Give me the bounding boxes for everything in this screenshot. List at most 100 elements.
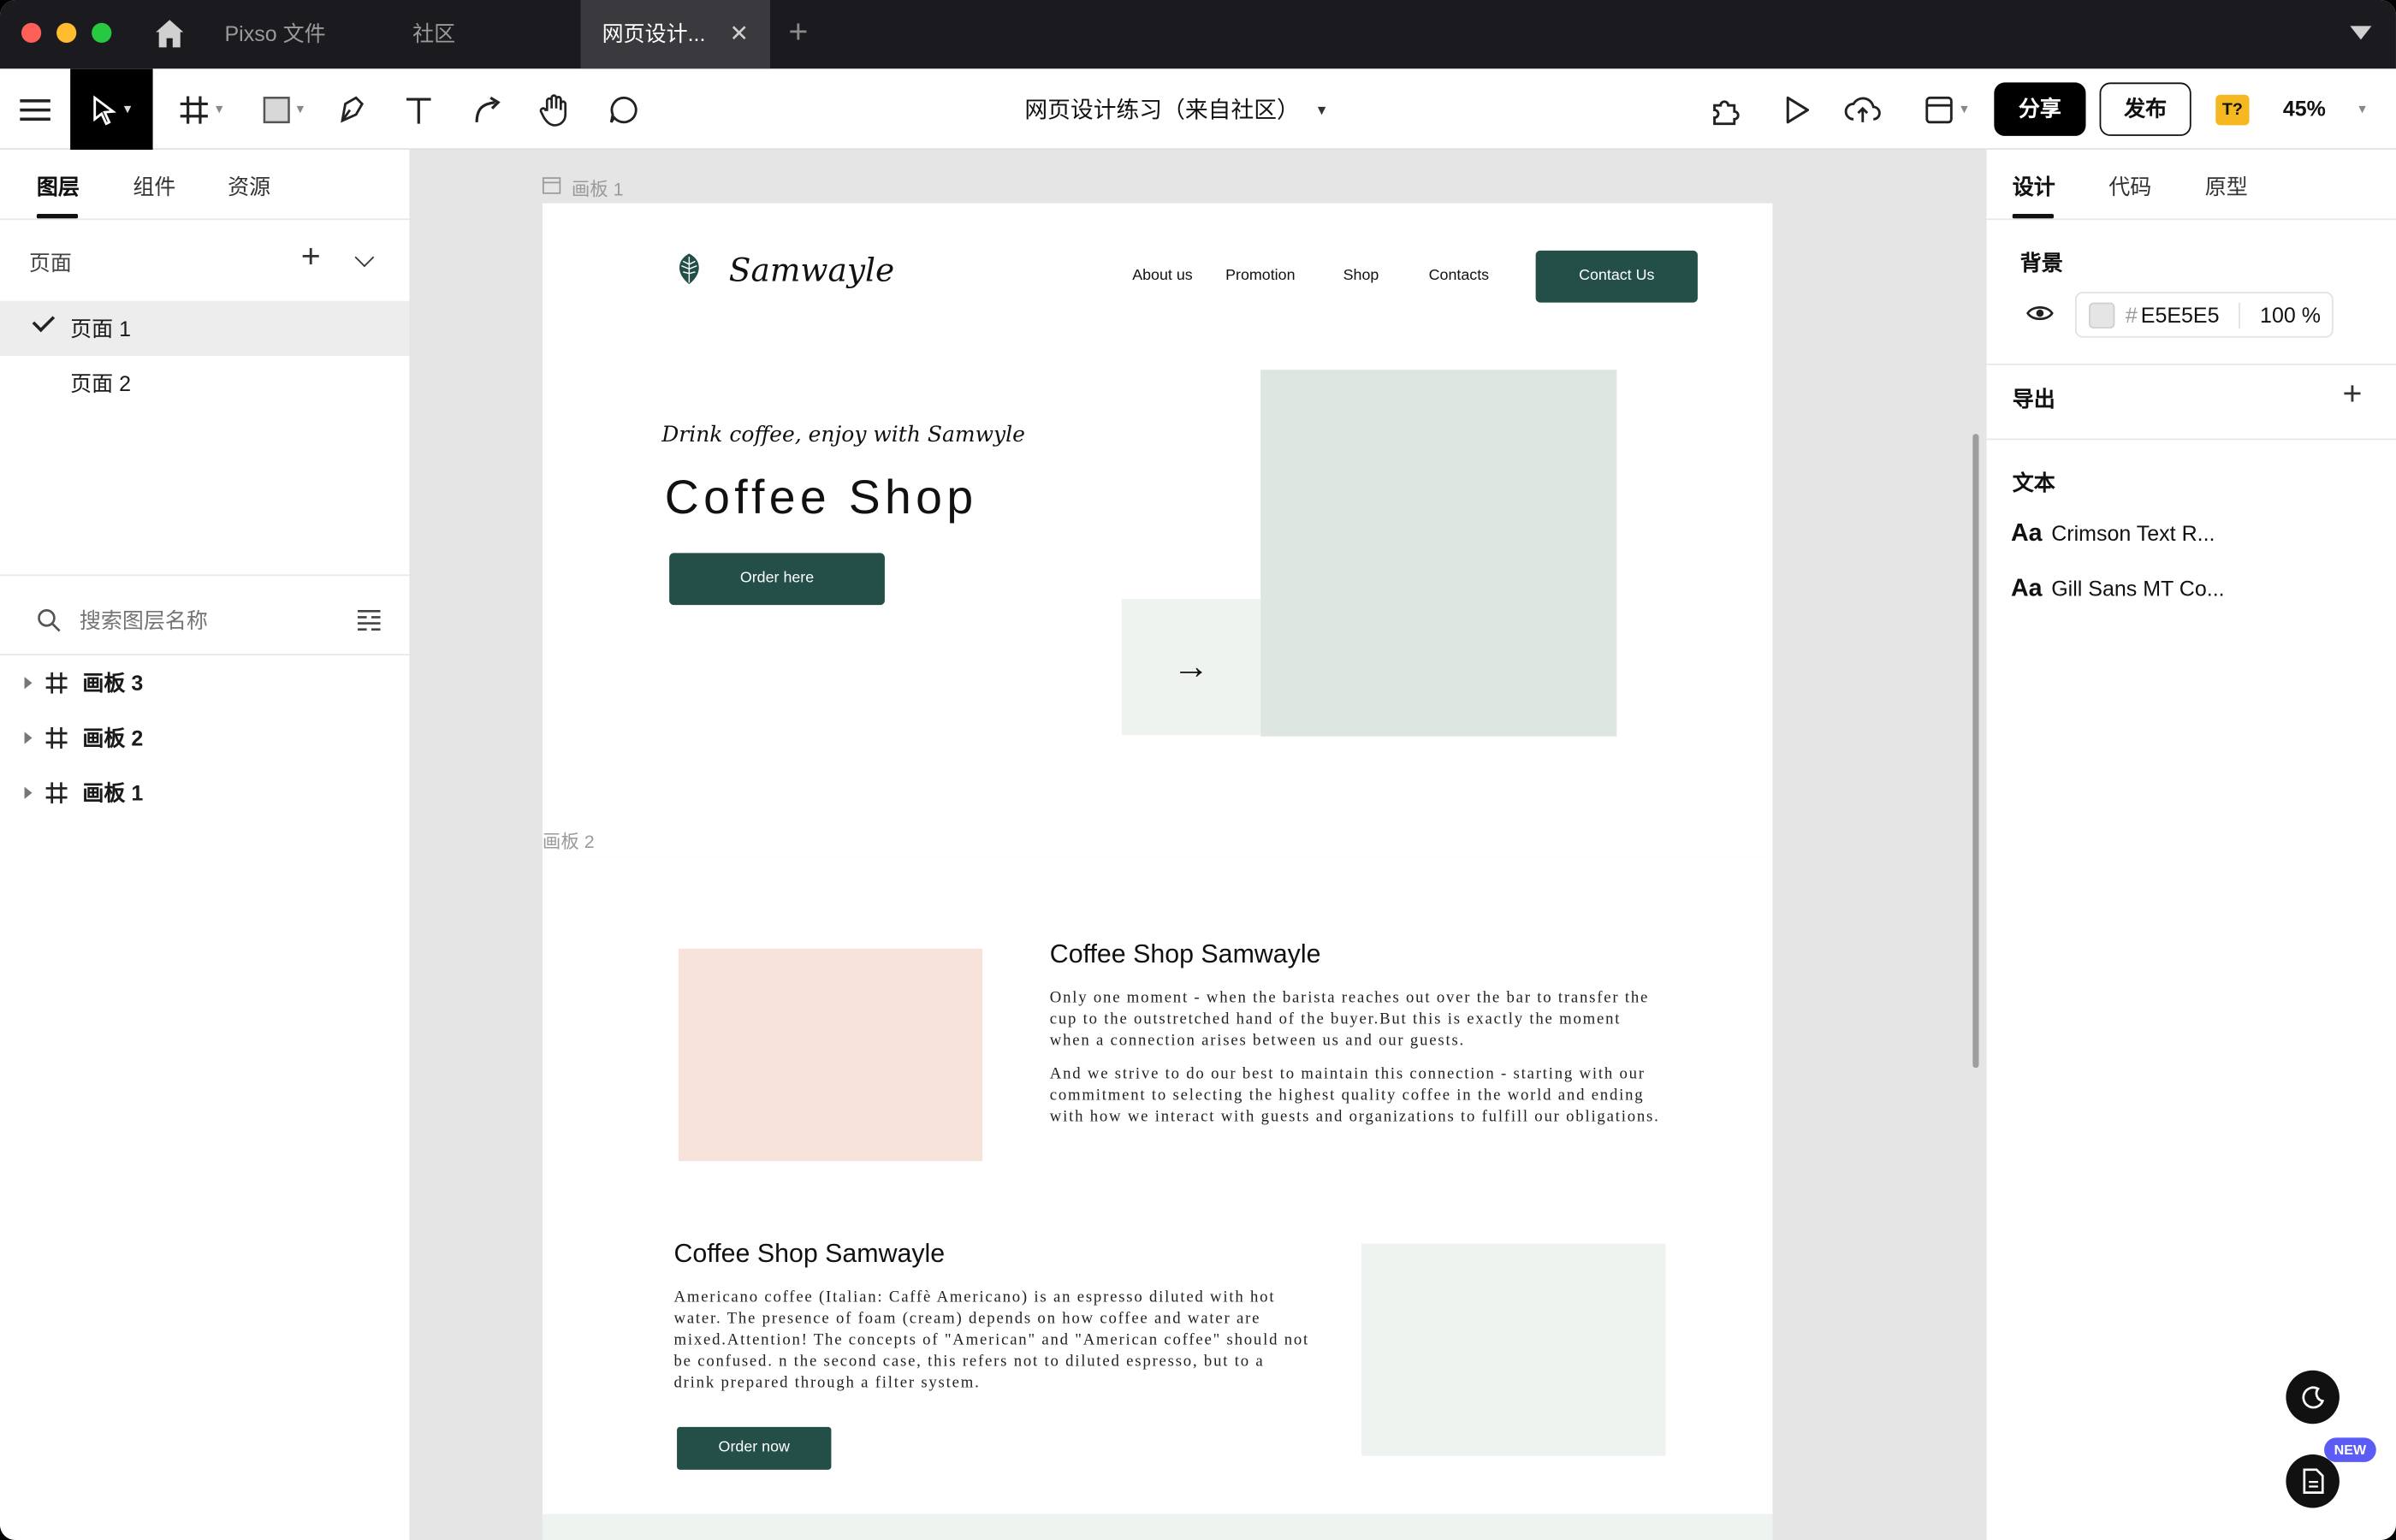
divider xyxy=(0,218,410,221)
comment-tool-button[interactable] xyxy=(602,68,645,150)
frame-icon xyxy=(45,726,68,749)
page-item-1[interactable]: 页面 1 xyxy=(0,300,410,357)
dark-mode-toggle[interactable] xyxy=(2286,1370,2340,1424)
board-1[interactable]: Samwayle About us Promotion Shop Contact… xyxy=(542,203,1773,857)
board-2[interactable]: Coffee Shop Samwayle Only one moment - w… xyxy=(542,856,1773,1540)
tab-community[interactable]: 社区 xyxy=(391,0,574,68)
page-label: 页面 1 xyxy=(70,316,132,341)
order-now-button[interactable]: Order now xyxy=(677,1426,832,1470)
close-tab-icon[interactable]: ✕ xyxy=(730,0,749,68)
site-logo-text: Samwayle xyxy=(728,252,895,289)
tab-label: 原型 xyxy=(2204,174,2248,199)
present-button[interactable] xyxy=(1776,68,1818,150)
tab-current-file[interactable]: 网页设计... ✕ xyxy=(580,0,770,69)
section1-paragraph-1: Only one moment - when the barista reach… xyxy=(1049,990,1650,1050)
add-export-icon[interactable]: + xyxy=(2342,375,2362,412)
order-here-button[interactable]: Order here xyxy=(669,553,885,606)
title-bar: Pixso 文件 社区 网页设计... ✕ + xyxy=(0,0,2396,69)
canvas-scrollbar[interactable] xyxy=(1972,434,1979,1069)
tab-label: 设计 xyxy=(2012,174,2055,199)
expand-triangle-icon[interactable] xyxy=(24,677,33,690)
close-window-button[interactable] xyxy=(21,22,42,43)
file-menu-caret-icon: ▼ xyxy=(1314,101,1329,117)
eye-icon[interactable] xyxy=(2026,304,2054,322)
file-title[interactable]: 网页设计练习（来自社区） ▼ xyxy=(978,68,1375,150)
contact-us-button[interactable]: Contact Us xyxy=(1535,250,1698,303)
font-item-gill-sans[interactable]: Aa Gill Sans MT Co... xyxy=(2011,576,2225,607)
expand-triangle-icon[interactable] xyxy=(24,732,33,744)
upload-button[interactable] xyxy=(1841,68,1884,150)
text-tool-button[interactable] xyxy=(397,68,440,150)
layout-icon xyxy=(1925,95,1952,123)
expand-triangle-icon[interactable] xyxy=(24,786,33,799)
layer-row-board-1[interactable]: 画板 1 xyxy=(0,766,410,820)
layer-row-board-2[interactable]: 画板 2 xyxy=(0,710,410,765)
nav-about-us[interactable]: About us xyxy=(1132,267,1193,284)
frame-tool-caret-icon: ▼ xyxy=(213,102,226,116)
shape-tool-button[interactable]: ▼ xyxy=(251,68,318,150)
plugins-button[interactable] xyxy=(1705,68,1748,150)
publish-button[interactable]: 发布 xyxy=(2099,82,2191,136)
layers-panel: 图层 组件 资源 页面 + 页面 1 页面 2 画板 3 画 xyxy=(0,149,412,1540)
zoom-caret-icon[interactable]: ▼ xyxy=(2357,103,2369,116)
board-1-label[interactable]: 画板 1 xyxy=(572,175,624,201)
add-page-icon[interactable]: + xyxy=(301,238,321,275)
window-menu-chevron-icon[interactable] xyxy=(2350,26,2372,40)
notes-button[interactable] xyxy=(2286,1454,2340,1508)
font-name: Gill Sans MT Co... xyxy=(2051,576,2225,601)
tab-layers[interactable]: 图层 xyxy=(37,171,80,202)
section1-paragraph-2: And we strive to do our best to maintain… xyxy=(1049,1066,1660,1127)
background-opacity-value[interactable]: 100 % xyxy=(2260,303,2321,328)
board-label-icon xyxy=(542,177,561,194)
tab-code[interactable]: 代码 xyxy=(2108,171,2151,202)
connector-tool-button[interactable] xyxy=(466,68,509,150)
checkmark-icon xyxy=(32,309,56,333)
missing-font-badge[interactable]: T? xyxy=(2215,94,2250,126)
design-canvas[interactable]: 画板 1 Samwayle About us Promotion Shop Co… xyxy=(411,149,1985,1540)
filter-icon[interactable] xyxy=(357,609,381,631)
frame-tool-button[interactable]: ▼ xyxy=(168,68,235,150)
move-tool-button[interactable]: ▼ xyxy=(70,68,153,150)
page-item-2[interactable]: 页面 2 xyxy=(0,356,410,411)
background-section-title: 背景 xyxy=(2019,250,2063,275)
tab-pixso-files[interactable]: Pixso 文件 xyxy=(203,0,386,68)
divider xyxy=(0,574,410,577)
hero-image-placeholder xyxy=(1260,370,1617,737)
nav-contacts[interactable]: Contacts xyxy=(1429,267,1489,284)
pages-header: 页面 xyxy=(29,247,72,278)
home-icon[interactable] xyxy=(153,17,187,50)
tab-assets[interactable]: 资源 xyxy=(228,171,270,202)
minimize-window-button[interactable] xyxy=(56,22,77,43)
tab-design[interactable]: 设计 xyxy=(2013,171,2055,202)
share-button[interactable]: 分享 xyxy=(1994,82,2086,136)
zoom-level[interactable]: 45% xyxy=(2283,68,2326,150)
tab-components[interactable]: 组件 xyxy=(133,171,175,202)
hand-icon xyxy=(539,93,567,126)
board-3-edge[interactable] xyxy=(542,1513,1773,1540)
hero-arrow-tile[interactable]: → xyxy=(1121,598,1261,735)
hand-tool-button[interactable] xyxy=(533,68,576,150)
field-separator xyxy=(2239,302,2240,329)
color-swatch[interactable] xyxy=(2089,302,2115,329)
layout-view-button[interactable]: ▼ xyxy=(1913,68,1981,150)
layout-caret-icon: ▼ xyxy=(1958,102,1971,116)
pen-tool-button[interactable] xyxy=(330,68,373,150)
play-icon xyxy=(1786,95,1810,123)
search-input[interactable] xyxy=(79,601,332,639)
collapse-pages-chevron-icon[interactable] xyxy=(354,247,375,268)
puzzle-icon xyxy=(1713,99,1740,125)
zoom-window-button[interactable] xyxy=(92,22,112,43)
background-hex-value[interactable]: E5E5E5 xyxy=(2141,303,2220,328)
font-item-crimson[interactable]: Aa Crimson Text R... xyxy=(2011,521,2215,552)
layer-row-board-3[interactable]: 画板 3 xyxy=(0,655,410,710)
section1-image-placeholder xyxy=(678,948,983,1162)
frame-icon xyxy=(45,782,68,804)
toolbar: ▼ ▼ ▼ 网页设计练习（来自社区） ▼ ▼ 分享 发布 T? 45% ▼ xyxy=(0,68,2396,150)
nav-promotion[interactable]: Promotion xyxy=(1225,267,1295,284)
tab-prototype[interactable]: 原型 xyxy=(2205,171,2248,202)
background-fill-field[interactable]: # E5E5E5 100 % xyxy=(2074,292,2334,338)
new-tab-icon[interactable]: + xyxy=(788,12,808,51)
board-2-label[interactable]: 画板 2 xyxy=(543,828,595,854)
main-menu-icon[interactable] xyxy=(0,68,70,150)
nav-shop[interactable]: Shop xyxy=(1343,267,1379,284)
